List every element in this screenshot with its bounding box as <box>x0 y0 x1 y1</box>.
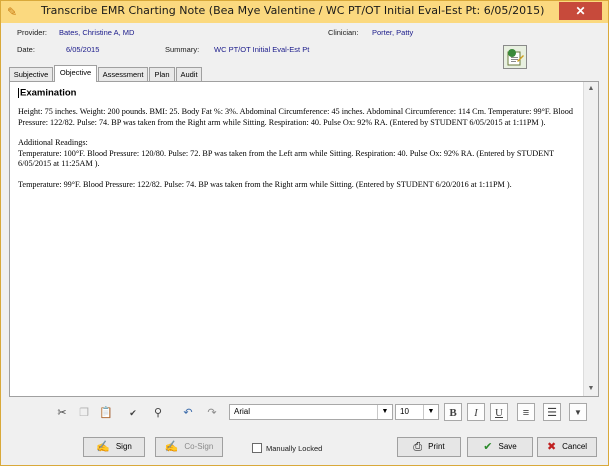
undo-icon[interactable]: ↶ <box>179 403 197 421</box>
chevron-down-icon[interactable]: ▼ <box>423 405 438 419</box>
cosign-label: Co-Sign <box>184 442 214 452</box>
sign-label: Sign <box>115 442 132 452</box>
additional-readings-paragraph: Additional Readings: Temperature: 100°F. … <box>18 138 576 170</box>
sign-pen-icon: ✍ <box>96 441 110 453</box>
summary-label: Summary: <box>165 45 200 54</box>
print-button[interactable]: ⎙ Print <box>397 437 461 457</box>
date-value: 6/05/2015 <box>66 45 100 54</box>
app-icon: ✎ <box>7 5 18 19</box>
close-button[interactable]: ✕ <box>559 2 602 20</box>
bold-button[interactable]: B <box>444 403 462 421</box>
action-bar: ✍ Sign ✍ Co-Sign Manually Locked ⎙ Print ✔ S… <box>9 435 599 459</box>
scroll-down-arrow-icon[interactable]: ▼ <box>584 382 598 396</box>
bullet-list-icon[interactable]: ☰ <box>543 403 561 421</box>
cancel-x-icon: ✖ <box>546 441 557 453</box>
spellcheck-icon[interactable]: ✔ <box>124 403 142 421</box>
vitals-paragraph: Height: 75 inches. Weight: 200 pounds. B… <box>18 107 573 127</box>
copy-icon[interactable]: ❐ <box>75 403 93 421</box>
font-family-select[interactable]: Arial ▼ <box>229 404 393 420</box>
save-button[interactable]: ✔ Save <box>467 437 533 457</box>
printer-icon: ⎙ <box>413 441 423 453</box>
charting-note-window: ✎ Transcribe EMR Charting Note (Bea Mye … <box>0 0 609 466</box>
provider-label: Provider: <box>17 28 48 37</box>
save-label: Save <box>498 442 517 452</box>
sign-button[interactable]: ✍ Sign <box>83 437 145 457</box>
clinician-label: Clinician: <box>328 28 359 37</box>
font-size-select[interactable]: 10 ▼ <box>395 404 439 420</box>
editor-vertical-scrollbar[interactable]: ▲ ▼ <box>583 82 598 396</box>
tab-plan[interactable]: Plan <box>149 67 175 81</box>
font-size-value: 10 <box>400 407 409 416</box>
find-icon[interactable]: ⚲ <box>149 403 167 421</box>
title-bar[interactable]: ✎ Transcribe EMR Charting Note (Bea Mye … <box>1 1 608 23</box>
scroll-up-arrow-icon[interactable]: ▲ <box>584 82 598 96</box>
tab-objective[interactable]: Objective <box>54 65 97 82</box>
window-title: Transcribe EMR Charting Note (Bea Mye Va… <box>41 4 545 17</box>
paste-icon[interactable]: 📋 <box>97 403 115 421</box>
provider-value: Bates, Christine A, MD <box>59 28 135 37</box>
examination-heading-text: Examination <box>20 87 77 99</box>
manually-locked-label[interactable]: Manually Locked <box>266 444 322 453</box>
tab-audit[interactable]: Audit <box>176 67 202 81</box>
clinician-value: Porter, Patty <box>372 28 414 37</box>
objective-panel: Examination Height: 75 inches. Weight: 2… <box>9 81 599 397</box>
font-family-value: Arial <box>234 407 251 416</box>
underline-button[interactable]: U <box>490 403 508 421</box>
client-area: Provider: Bates, Christine A, MD Clinici… <box>7 23 602 461</box>
tab-assessment[interactable]: Assessment <box>98 67 148 81</box>
date-label: Date: <box>17 45 35 54</box>
followup-vitals-paragraph: Temperature: 99°F. Blood Pressure: 122/8… <box>18 179 512 189</box>
emr-document-icon[interactable] <box>503 45 527 69</box>
additional-readings-text: Temperature: 100°F. Blood Pressure: 120/… <box>18 148 554 169</box>
italic-button[interactable]: I <box>467 403 485 421</box>
examination-heading: Examination <box>18 88 576 99</box>
formatting-toolbar: ✂ ❐ 📋 ✔ ⚲ ↶ ↷ Arial ▼ 10 ▼ B I U ≡ ☰ ▼ <box>9 401 599 423</box>
cancel-button[interactable]: ✖ Cancel <box>537 437 597 457</box>
checkmark-icon: ✔ <box>483 441 493 453</box>
chevron-down-icon[interactable]: ▼ <box>377 405 392 419</box>
manually-locked-checkbox[interactable] <box>252 443 262 453</box>
additional-readings-title: Additional Readings: <box>18 138 88 148</box>
print-label: Print <box>428 442 445 452</box>
summary-value: WC PT/OT Initial Eval-Est Pt <box>214 45 310 54</box>
align-icon[interactable]: ≡ <box>517 403 535 421</box>
redo-icon[interactable]: ↷ <box>203 403 221 421</box>
cosign-button[interactable]: ✍ Co-Sign <box>155 437 223 457</box>
text-cursor <box>18 88 19 98</box>
more-options-chevron-icon[interactable]: ▼ <box>569 403 587 421</box>
note-editor[interactable]: Examination Height: 75 inches. Weight: 2… <box>18 88 576 388</box>
cut-icon[interactable]: ✂ <box>53 403 71 421</box>
cosign-pen-icon: ✍ <box>164 441 179 453</box>
tab-subjective[interactable]: Subjective <box>9 67 53 81</box>
emr-document-graphic <box>507 49 524 66</box>
cancel-label: Cancel <box>562 442 588 452</box>
